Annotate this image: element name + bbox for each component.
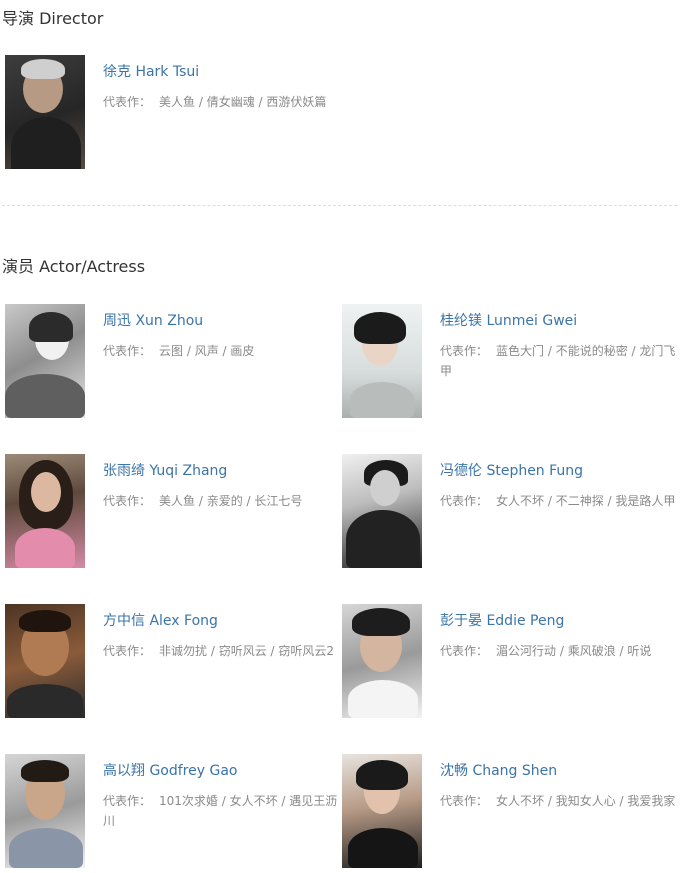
actor-works: 代表作： 非诚勿扰 / 窃听风云 / 窃听风云2 bbox=[103, 641, 339, 661]
works-label: 代表作： bbox=[440, 494, 489, 508]
works-label: 代表作： bbox=[440, 644, 489, 658]
actor-card: 桂纶镁 Lunmei Gwei 代表作： 蓝色大门 / 不能说的秘密 / 龙门飞甲 bbox=[342, 304, 682, 418]
actor-photo[interactable] bbox=[5, 604, 85, 718]
works-list: 女人不坏 / 不二神探 / 我是路人甲 bbox=[496, 494, 676, 508]
actor-card: 周迅 Xun Zhou 代表作： 云图 / 风声 / 画皮 bbox=[5, 304, 345, 418]
actor-name[interactable]: 高以翔 Godfrey Gao bbox=[103, 760, 237, 780]
actor-name[interactable]: 彭于晏 Eddie Peng bbox=[440, 610, 564, 630]
actor-photo[interactable] bbox=[5, 304, 85, 418]
director-card: 徐克 Hark Tsui 代表作： 美人鱼 / 倩女幽魂 / 西游伏妖篇 bbox=[5, 55, 345, 169]
works-list: 云图 / 风声 / 画皮 bbox=[159, 344, 255, 358]
actor-name[interactable]: 桂纶镁 Lunmei Gwei bbox=[440, 310, 577, 330]
actor-works: 代表作： 女人不坏 / 我知女人心 / 我爱我家 bbox=[440, 791, 676, 811]
works-label: 代表作： bbox=[103, 344, 152, 358]
works-label: 代表作： bbox=[103, 95, 152, 109]
cast-section-title: 演员 Actor/Actress bbox=[2, 257, 146, 276]
actor-photo[interactable] bbox=[342, 754, 422, 868]
actor-name[interactable]: 冯德伦 Stephen Fung bbox=[440, 460, 583, 480]
actor-name[interactable]: 沈畅 Chang Shen bbox=[440, 760, 557, 780]
actor-card: 方中信 Alex Fong 代表作： 非诚勿扰 / 窃听风云 / 窃听风云2 bbox=[5, 604, 345, 718]
actor-works: 代表作： 湄公河行动 / 乘风破浪 / 听说 bbox=[440, 641, 676, 661]
actor-works: 代表作： 女人不坏 / 不二神探 / 我是路人甲 bbox=[440, 491, 676, 511]
works-list: 美人鱼 / 倩女幽魂 / 西游伏妖篇 bbox=[159, 95, 327, 109]
actor-photo[interactable] bbox=[342, 454, 422, 568]
works-list: 女人不坏 / 我知女人心 / 我爱我家 bbox=[496, 794, 676, 808]
director-photo[interactable] bbox=[5, 55, 85, 169]
actor-works: 代表作： 101次求婚 / 女人不坏 / 遇见王沥川 bbox=[103, 791, 339, 831]
actor-works: 代表作： 美人鱼 / 亲爱的 / 长江七号 bbox=[103, 491, 339, 511]
actor-card: 沈畅 Chang Shen 代表作： 女人不坏 / 我知女人心 / 我爱我家 bbox=[342, 754, 682, 868]
actor-name[interactable]: 周迅 Xun Zhou bbox=[103, 310, 203, 330]
director-name[interactable]: 徐克 Hark Tsui bbox=[103, 61, 199, 81]
director-section-title: 导演 Director bbox=[2, 9, 104, 28]
actor-photo[interactable] bbox=[5, 454, 85, 568]
actor-name[interactable]: 方中信 Alex Fong bbox=[103, 610, 218, 630]
works-label: 代表作： bbox=[440, 344, 489, 358]
actor-works: 代表作： 蓝色大门 / 不能说的秘密 / 龙门飞甲 bbox=[440, 341, 676, 381]
works-label: 代表作： bbox=[440, 794, 489, 808]
works-label: 代表作： bbox=[103, 644, 152, 658]
actor-photo[interactable] bbox=[342, 604, 422, 718]
actor-photo[interactable] bbox=[5, 754, 85, 868]
actor-name[interactable]: 张雨绮 Yuqi Zhang bbox=[103, 460, 227, 480]
actor-photo[interactable] bbox=[342, 304, 422, 418]
actor-works: 代表作： 云图 / 风声 / 画皮 bbox=[103, 341, 339, 361]
works-label: 代表作： bbox=[103, 794, 152, 808]
section-divider bbox=[2, 205, 677, 206]
works-list: 美人鱼 / 亲爱的 / 长江七号 bbox=[159, 494, 303, 508]
actor-card: 高以翔 Godfrey Gao 代表作： 101次求婚 / 女人不坏 / 遇见王沥… bbox=[5, 754, 345, 868]
works-list: 非诚勿扰 / 窃听风云 / 窃听风云2 bbox=[159, 644, 334, 658]
actor-card: 冯德伦 Stephen Fung 代表作： 女人不坏 / 不二神探 / 我是路人甲 bbox=[342, 454, 682, 568]
works-list: 湄公河行动 / 乘风破浪 / 听说 bbox=[496, 644, 652, 658]
director-works: 代表作： 美人鱼 / 倩女幽魂 / 西游伏妖篇 bbox=[103, 92, 339, 112]
works-label: 代表作： bbox=[103, 494, 152, 508]
actor-card: 彭于晏 Eddie Peng 代表作： 湄公河行动 / 乘风破浪 / 听说 bbox=[342, 604, 682, 718]
actor-card: 张雨绮 Yuqi Zhang 代表作： 美人鱼 / 亲爱的 / 长江七号 bbox=[5, 454, 345, 568]
